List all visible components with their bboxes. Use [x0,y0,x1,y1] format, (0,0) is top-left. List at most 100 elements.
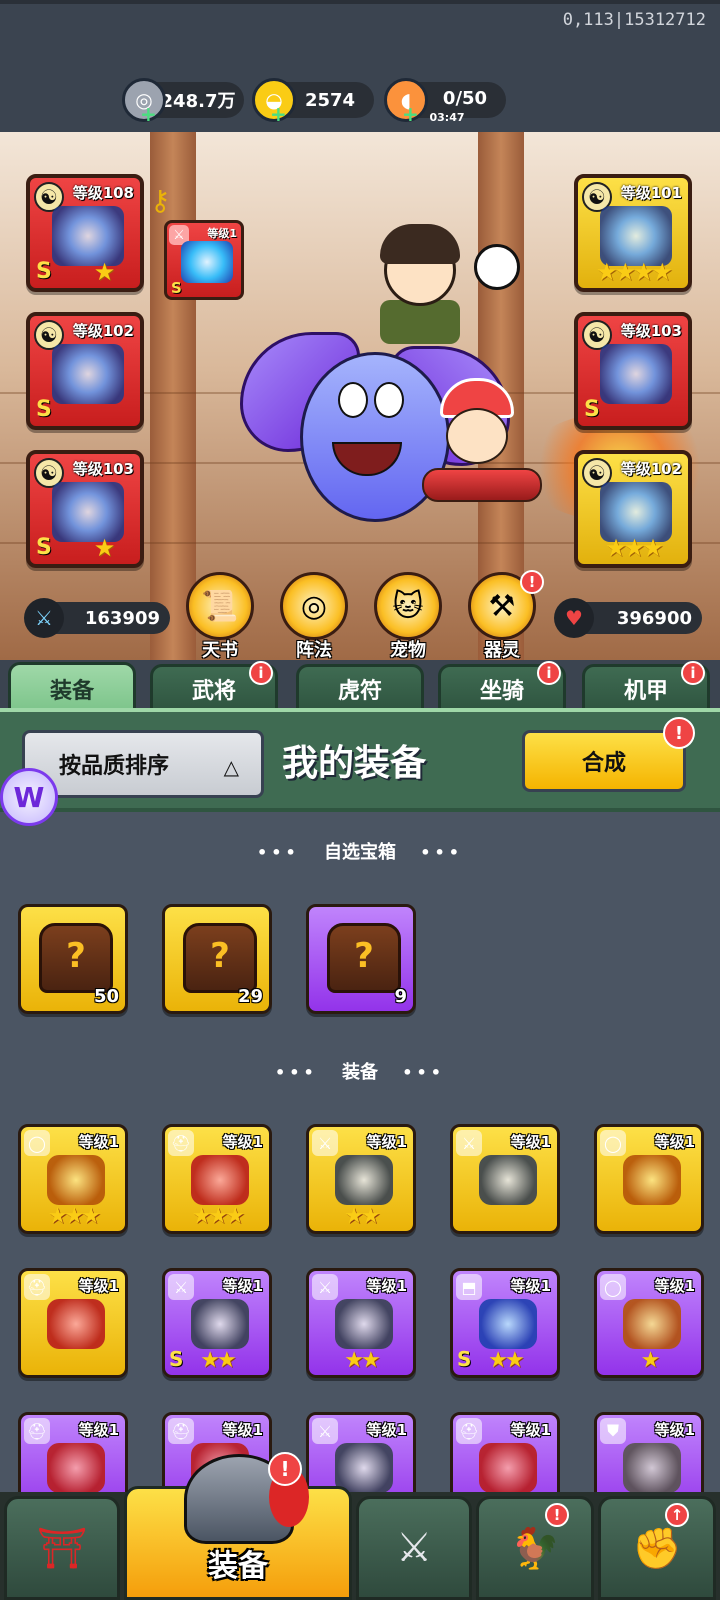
nav-equipment-label: 装备 [208,1549,268,1584]
chest-item[interactable]: ? 29 [162,904,272,1014]
tianshu-button[interactable]: 📜 天书 [184,572,256,662]
silver-plus-icon[interactable]: + [140,102,157,126]
scroll-icon: 📜 [186,572,254,640]
equipment-item[interactable]: ◯ 等级1 [594,1124,704,1234]
equipment-item[interactable]: ◯ 等级1 ★★★ [18,1124,128,1234]
formation-icon: ◎ [280,572,348,640]
chest-item[interactable]: ? 9 [306,904,416,1014]
item-level: 等级1 [222,1133,263,1151]
hp-stat: ♥ 396900 [554,598,702,638]
boots-icon [600,482,672,542]
equip-slot-boots[interactable]: ☯ 等级102 ★★★ [574,450,692,568]
item-stars: ★★★ [191,1204,245,1229]
heart-icon: ♥ [554,598,594,638]
equip-slot-gloves[interactable]: ☯ 等级103 S [574,312,692,430]
chest-item[interactable]: ? 50 [18,904,128,1014]
mystery-chest-icon: ? [183,923,257,993]
gold-resource[interactable]: ◒ 2574 + [252,78,374,126]
floating-w-logo[interactable]: W [0,768,58,826]
item-count: 50 [93,986,119,1007]
item-stars: ★★ [488,1348,524,1373]
equipment-item[interactable]: ⬒ 等级1 S ★★ [450,1268,560,1378]
equipment-item[interactable]: ⚔ 等级1 [450,1124,560,1234]
tab-label: 武将 [191,678,236,704]
fist-upgrade-icon: ✊ [632,1525,682,1572]
kid-pet [422,378,542,508]
extra-weapon-slot[interactable]: ⚔ 等级1 S [164,220,244,300]
equipment-item[interactable]: ⛑ 等级1 ★★★ [162,1124,272,1234]
stamina-plus-icon[interactable]: + [402,102,419,126]
helmet-icon [47,1443,105,1493]
slot-grade: S [36,535,52,560]
helmet-slot-icon: ⛑ [168,1130,194,1156]
weapon-icon [181,241,233,283]
silver-resource[interactable]: ◎ 248.7万 + [122,78,244,126]
tab-equipment[interactable]: 装备 [8,662,136,712]
formation-label: 阵法 [296,640,332,661]
slot-level: 等级101 [620,184,682,202]
slot-grade: S [36,259,52,284]
tab-generals[interactable]: 武将 i [150,661,278,710]
pet-label: 宠物 [390,640,426,661]
stamina-resource[interactable]: ◖ 0/50 03:47 + [384,78,506,126]
equip-slot-weapon[interactable]: ☯ 等级108 S ★ [26,174,144,292]
elephant-eye [374,382,404,418]
necklace-icon [623,1155,681,1205]
equipment-item[interactable]: ◯ 等级1 ★ [594,1268,704,1378]
info-badge: i [681,661,705,685]
panda-pet [474,244,520,290]
nav-upgrade-button[interactable]: ✊ ↑ [598,1496,716,1600]
weapon-icon [479,1155,537,1205]
helmet-slot-icon: ⛑ [24,1274,50,1300]
nav-pet-button[interactable]: 🐓 ! [476,1496,594,1600]
item-level: 等级1 [510,1133,551,1151]
decorative-dots: ••• [402,1063,445,1082]
equipment-item[interactable]: ⚔ 等级1 ★★ [306,1124,416,1234]
equipment-section-title: ••• 装备 ••• [0,1058,720,1084]
equip-slot-necklace[interactable]: ☯ 等级102 S [26,312,144,430]
tab-tiger-tally[interactable]: 虎符 [296,664,424,710]
item-level: 等级1 [654,1421,695,1439]
alert-badge: ! [268,1452,302,1486]
weapon-slot-icon: ⚔ [312,1418,338,1444]
item-stars: ★★★ [47,1204,101,1229]
item-count: 29 [237,986,263,1007]
slot-grade: S [171,279,182,297]
spirit-label: 器灵 [484,640,520,661]
nav-shop-button[interactable]: ⛩ [4,1496,120,1600]
silver-value: 248.7万 [160,91,236,112]
necklace-icon [47,1155,105,1205]
formation-button[interactable]: ◎ 阵法 [278,572,350,662]
necklace-slot-icon: ◯ [600,1130,626,1156]
equipment-item[interactable]: ⚔ 等级1 ★★ [306,1268,416,1378]
kid-face [446,408,508,464]
necklace-icon [623,1299,681,1349]
pet-button[interactable]: 🐱 宠物 [372,572,444,662]
sort-dropdown[interactable]: 按品质排序 △ [22,730,264,798]
merge-button[interactable]: 合成 ! [522,717,695,792]
nav-battle-button[interactable]: ⚔ [356,1496,472,1600]
armor-slot-icon: ⛊ [600,1418,626,1444]
equipment-item[interactable]: ⛑ 等级1 [18,1268,128,1378]
item-level: 等级1 [78,1277,119,1295]
decorative-dots: ••• [257,843,300,862]
equip-slot-armor[interactable]: ☯ 等级101 ★★★★ [574,174,692,292]
slot-level: 等级102 [620,460,682,478]
armor-icon [623,1443,681,1493]
slot-grade: S [36,397,52,422]
gold-plus-icon[interactable]: + [270,102,287,126]
chests-title-text: 自选宝箱 [324,842,396,863]
equipment-item[interactable]: ⚔ 等级1 S ★★ [162,1268,272,1378]
necklace-slot-icon: ◯ [24,1130,50,1156]
item-level: 等级1 [222,1421,263,1439]
decorative-dots: ••• [420,843,463,862]
tab-mecha[interactable]: 机甲 i [582,661,710,710]
equip-slot-helmet[interactable]: ☯ 等级103 S ★ [26,450,144,568]
gate-coin-icon: ⛩ [36,1525,88,1572]
spirit-button[interactable]: ⚒ 器灵 ! [466,570,544,662]
rooster-icon: 🐓 [510,1525,560,1572]
item-count: 9 [394,986,407,1007]
tab-mount[interactable]: 坐骑 i [438,661,566,710]
helmet-icon [52,482,124,542]
sword-icon: ⚔ [24,598,64,638]
